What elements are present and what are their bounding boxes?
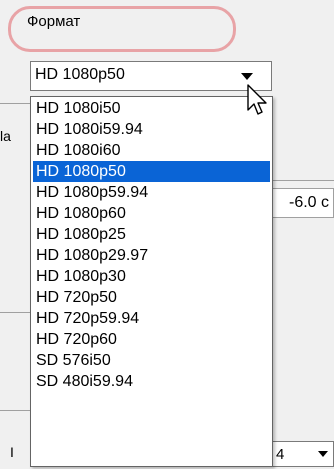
background-label-fragment: la [0,128,11,144]
background-divider [0,410,30,411]
mouse-cursor-icon [247,84,267,115]
format-option[interactable]: SD 480i59.94 [33,371,270,392]
format-option[interactable]: HD 1080p25 [33,224,270,245]
format-option[interactable]: HD 1080i59.94 [33,119,270,140]
format-option[interactable]: HD 720p50 [33,287,270,308]
background-divider [272,180,334,181]
format-label: Формат [27,13,81,30]
background-bottom-label-fragment: I [10,444,14,460]
background-divider [0,312,30,313]
secondary-combo-text: 4 [276,446,285,463]
format-option[interactable]: SD 576i50 [33,350,270,371]
format-option[interactable]: HD 1080i50 [33,98,270,119]
value-field-text: -6.0 c [289,194,330,211]
format-option-selected[interactable]: HD 1080p50 [33,161,270,182]
background-divider [0,103,30,104]
format-option[interactable]: HD 1080p59.94 [33,182,270,203]
format-option[interactable]: HD 1080p30 [33,266,270,287]
chevron-down-icon[interactable] [318,451,328,457]
format-option[interactable]: HD 720p60 [33,329,270,350]
format-combo-value: HD 1080p50 [35,66,125,83]
format-dropdown-list[interactable]: HD 1080i50 HD 1080i59.94 HD 1080i60 HD 1… [30,96,273,467]
format-option[interactable]: HD 1080p60 [33,203,270,224]
format-option[interactable]: HD 1080i60 [33,140,270,161]
chevron-down-icon[interactable] [241,73,253,80]
format-option[interactable]: HD 1080p29.97 [33,245,270,266]
format-option[interactable]: HD 720p59.94 [33,308,270,329]
